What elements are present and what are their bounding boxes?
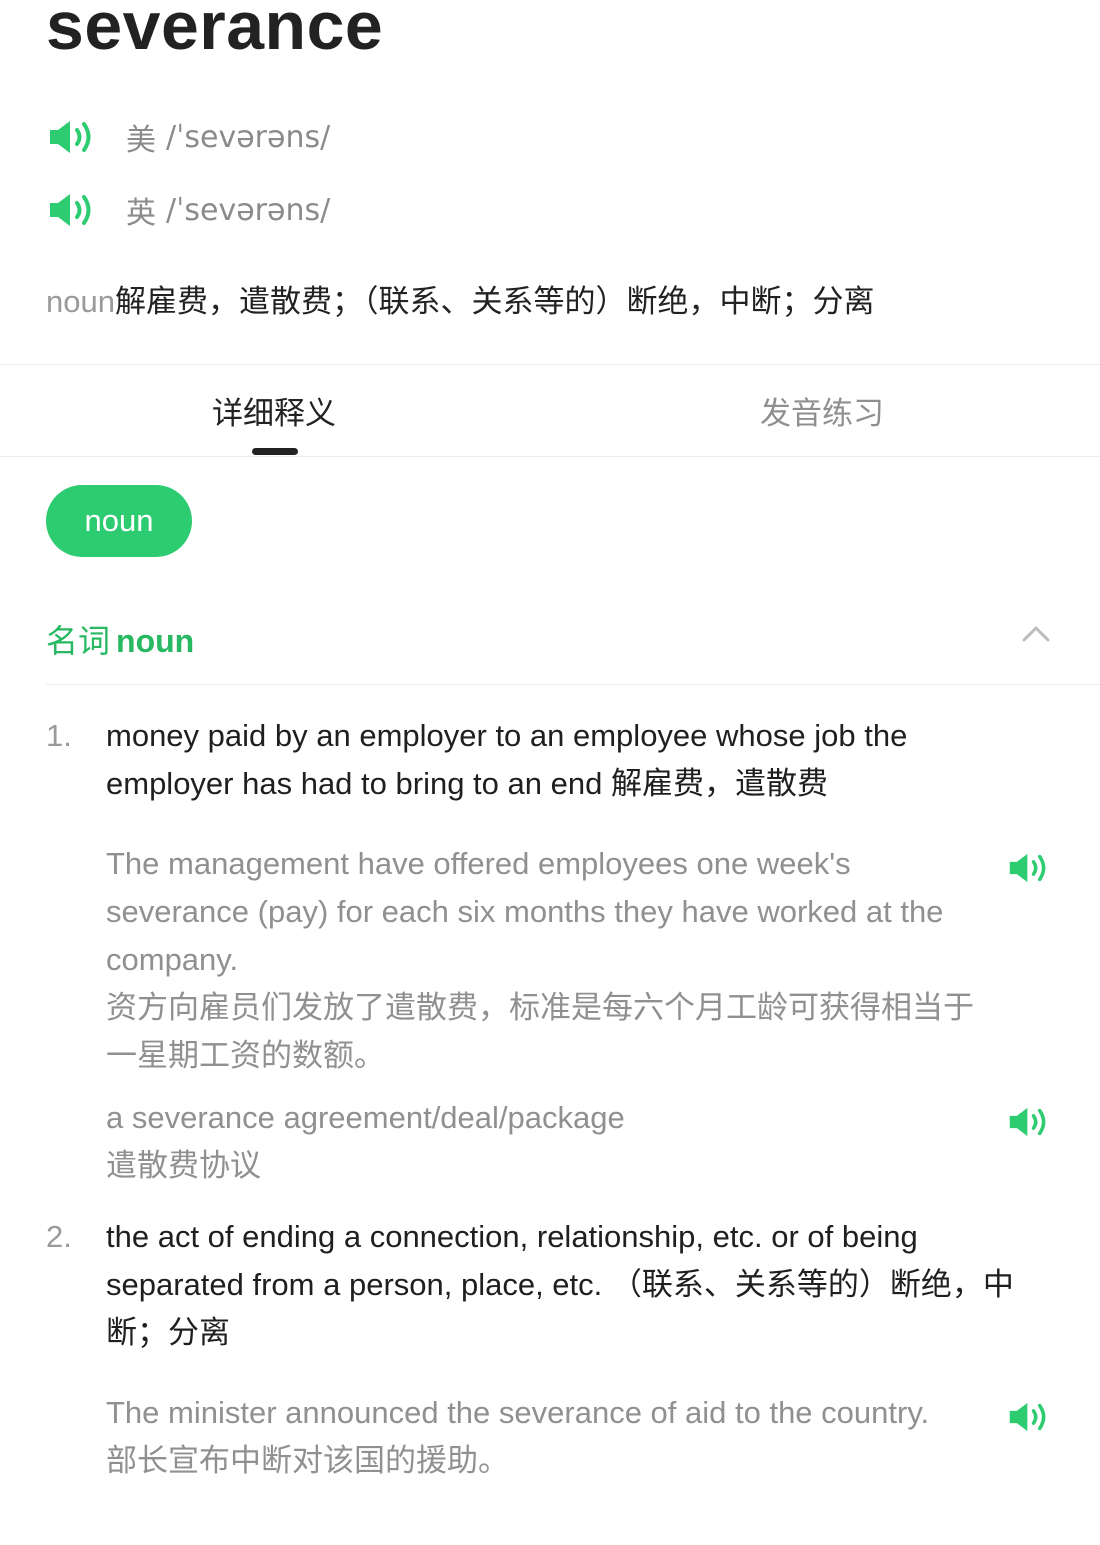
ipa-text: /ˈsevərəns/ xyxy=(166,119,331,155)
summary-definition: noun解雇费，遣散费；（联系、关系等的）断绝，中断；分离 xyxy=(46,276,874,321)
example-en: The management have offered employees on… xyxy=(106,846,944,977)
example-sentence: a severance agreement/deal/package 遣散费协议 xyxy=(106,1094,986,1190)
summary-pos: noun xyxy=(46,284,115,319)
divider xyxy=(0,456,1100,457)
speaker-icon[interactable] xyxy=(1008,1105,1052,1139)
region-label: 英 xyxy=(126,196,156,231)
section-pos-zh: 名词 xyxy=(46,622,111,660)
tab-detailed-definitions[interactable]: 详细释义 xyxy=(212,388,336,433)
sense-number: 2. xyxy=(46,1219,72,1254)
example-en: The minister announced the severance of … xyxy=(106,1395,930,1430)
example-en: a severance agreement/deal/package xyxy=(106,1100,625,1135)
ipa-text: /ˈsevərəns/ xyxy=(166,192,331,228)
pronunciation-us: 美 /ˈsevərəns/ xyxy=(48,117,331,158)
speaker-icon[interactable] xyxy=(48,119,98,155)
summary-meaning: 解雇费，遣散费；（联系、关系等的）断绝，中断；分离 xyxy=(114,284,875,320)
tab-active-indicator xyxy=(252,448,298,455)
speaker-icon[interactable] xyxy=(1008,1400,1052,1434)
example-zh: 遣散费协议 xyxy=(106,1148,261,1184)
headword: severance xyxy=(46,0,384,64)
speaker-icon[interactable] xyxy=(48,192,98,228)
example-zh: 部长宣布中断对该国的援助。 xyxy=(106,1443,509,1479)
sense-number: 1. xyxy=(46,718,72,753)
section-header[interactable]: 名词 noun xyxy=(46,616,194,662)
definition-zh: 解雇费，遣散费 xyxy=(610,766,828,802)
section-pos-en: noun xyxy=(116,623,195,659)
speaker-icon[interactable] xyxy=(1008,851,1052,885)
divider xyxy=(0,364,1100,365)
chevron-up-icon[interactable] xyxy=(1018,620,1054,646)
example-sentence: The minister announced the severance of … xyxy=(106,1389,986,1485)
example-zh: 资方向雇员们发放了遣散费，标准是每六个月工龄可获得相当于一星期工资的数额。 xyxy=(106,990,974,1074)
pos-filter-noun-button[interactable]: noun xyxy=(46,485,192,557)
sense-definition: money paid by an employer to an employee… xyxy=(106,712,1036,808)
divider xyxy=(46,684,1100,685)
region-label: 美 xyxy=(126,123,156,158)
sense-definition: the act of ending a connection, relation… xyxy=(106,1213,1036,1357)
pronunciation-uk: 英 /ˈsevərəns/ xyxy=(48,190,331,231)
example-sentence: The management have offered employees on… xyxy=(106,840,986,1080)
tab-pronunciation-practice[interactable]: 发音练习 xyxy=(760,388,884,433)
